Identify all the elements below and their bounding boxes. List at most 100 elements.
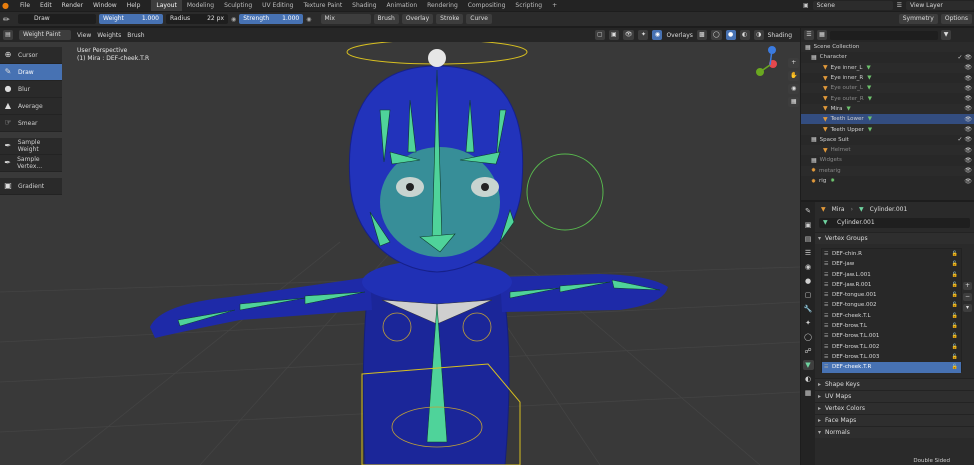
wireframe-shading-icon[interactable]: ◯ <box>710 30 722 40</box>
gizmo-icon[interactable]: ✦ <box>638 30 649 40</box>
tab-rendering[interactable]: Rendering <box>422 0 463 11</box>
vertex-group-row[interactable]: DEF-chin.R 🔓 <box>822 249 961 260</box>
radius-field[interactable]: Radius 22 px <box>166 14 228 24</box>
outliner-row-teeth-lower[interactable]: ▼ Teeth Lower ▼ 👁 <box>801 114 974 125</box>
visibility-icons[interactable]: 👁 <box>964 178 972 185</box>
stroke-dropdown[interactable]: Stroke <box>436 14 464 24</box>
lock-icon[interactable]: 🔓 <box>952 352 958 362</box>
constraints-tab-icon[interactable]: ☍ <box>803 346 814 356</box>
outliner-row-eye-outer-r[interactable]: ▼ Eye outer_R ▼ 👁 <box>801 93 974 103</box>
tab-uv-editing[interactable]: UV Editing <box>257 0 298 11</box>
visibility-icons[interactable]: 👁 <box>964 64 972 71</box>
menu-window[interactable]: Window <box>88 2 122 9</box>
outliner-row-space-suit[interactable]: ▦ Space Suit ✓ 👁 <box>801 135 974 145</box>
outliner-row-eye-outer-l[interactable]: ▼ Eye outer_L ▼ 👁 <box>801 83 974 94</box>
particles-tab-icon[interactable]: ✦ <box>803 318 814 328</box>
mode-dropdown[interactable]: Weight Paint <box>19 30 71 40</box>
lock-icon[interactable]: 🔓 <box>952 280 958 290</box>
shading-label[interactable]: Shading <box>768 32 792 39</box>
tab-layout[interactable]: Layout <box>151 0 182 11</box>
menu-help[interactable]: Help <box>122 2 146 9</box>
tool-blur[interactable]: ● Blur <box>0 81 62 98</box>
outliner-row-helmet[interactable]: ▼ Helmet 👁 <box>801 144 974 156</box>
visibility-icons[interactable]: 👁 <box>964 116 972 123</box>
outliner-search-input[interactable] <box>830 30 938 40</box>
mesh-data-tab-icon[interactable]: ▼ <box>802 360 814 370</box>
render-tab-icon[interactable]: ▣ <box>803 220 814 230</box>
tab-shading[interactable]: Shading <box>347 0 381 11</box>
lock-icon[interactable]: 🔓 <box>952 311 958 321</box>
menu-edit[interactable]: Edit <box>35 2 57 9</box>
tab-sculpting[interactable]: Sculpting <box>219 0 257 11</box>
outliner-row-mira[interactable]: ▼ Mira ▼ 👁 <box>801 103 974 115</box>
visibility-icons[interactable]: ✓ 👁 <box>957 54 972 61</box>
solid-shading-icon[interactable]: ● <box>725 30 736 40</box>
xray-icon[interactable]: ▩ <box>696 30 707 40</box>
strength-slider[interactable]: Strength 1.000 <box>239 14 304 24</box>
tab-modeling[interactable]: Modeling <box>182 0 219 11</box>
outliner-row-rig[interactable]: ✸ rig ✸ 👁 <box>801 176 974 186</box>
visibility-icons[interactable]: 👁 <box>964 75 972 82</box>
outliner-row-eye-inner-r[interactable]: ▼ Eye inner_R ▼ 👁 <box>801 73 974 83</box>
vertex-group-row[interactable]: DEF-cheek.T.L 🔓 <box>822 311 961 322</box>
visibility-icons[interactable]: 👁 <box>964 85 972 92</box>
visibility-icons[interactable]: 👁 <box>964 95 972 102</box>
vertex-group-row[interactable]: DEF-jaw 🔓 <box>822 259 961 270</box>
curve-dropdown[interactable]: Curve <box>466 14 492 24</box>
menu-brush[interactable]: Brush <box>127 32 144 39</box>
blend-mode-dropdown[interactable]: Mix <box>320 14 371 24</box>
scene-field[interactable]: Scene <box>812 1 893 10</box>
overlays-label[interactable]: Overlays <box>666 32 692 39</box>
tab-animation[interactable]: Animation <box>382 0 423 11</box>
lock-icon[interactable]: 🔓 <box>952 259 958 269</box>
visibility-icons[interactable]: 👁 <box>964 167 972 174</box>
remove-vertex-group-icon[interactable]: − <box>962 293 972 301</box>
visibility-icons[interactable]: ✓ 👁 <box>957 136 972 143</box>
material-tab-icon[interactable]: ◐ <box>803 374 814 384</box>
vertex-group-row[interactable]: DEF-jaw.L.001 🔓 <box>822 270 961 281</box>
pan-hand-icon[interactable]: ✋ <box>788 71 800 81</box>
outliner-row-eye-inner-l[interactable]: ▼ Eye inner_L ▼ 👁 <box>801 62 974 73</box>
menu-render[interactable]: Render <box>57 2 88 9</box>
tool-sample-vertex[interactable]: ✒ Sample Vertex... <box>0 155 62 172</box>
view-object-types-icon[interactable]: 👁 <box>622 30 635 40</box>
vertex-group-row-selected[interactable]: DEF-cheek.T.R 🔓 <box>822 362 961 373</box>
display-mode-icon[interactable]: ▦ <box>817 30 827 40</box>
material-shading-icon[interactable]: ◐ <box>739 30 750 40</box>
double-sided-label[interactable]: Double Sided <box>913 458 950 464</box>
menu-file[interactable]: File <box>15 2 35 9</box>
lock-icon[interactable]: 🔓 <box>952 342 958 352</box>
mesh-datablock-field[interactable]: ▼ Cylinder.001 <box>819 218 970 228</box>
vertex-group-row[interactable]: DEF-jaw.R.001 🔓 <box>822 280 961 291</box>
lock-icon[interactable]: 🔓 <box>952 321 958 331</box>
outliner-row-character[interactable]: ▦ Character ✓ 👁 <box>801 52 974 62</box>
camera-view-icon[interactable]: ◉ <box>788 84 800 94</box>
add-vertex-group-icon[interactable]: + <box>962 282 972 290</box>
lock-icon[interactable]: 🔓 <box>952 290 958 300</box>
options-dropdown[interactable]: Options <box>940 14 972 24</box>
view-layer-tab-icon[interactable]: ☰ <box>803 248 814 258</box>
tab-texture-paint[interactable]: Texture Paint <box>298 0 347 11</box>
texture-tab-icon[interactable]: ▦ <box>803 388 814 398</box>
vertex-group-row[interactable]: DEF-brow.T.L 🔓 <box>822 321 961 332</box>
editor-type-icon[interactable]: ▤ <box>3 30 13 40</box>
outliner-row-scene-collection[interactable]: ▦ Scene Collection <box>801 42 974 53</box>
overlays-toggle-icon[interactable]: ◉ <box>652 30 663 40</box>
brush-dropdown[interactable]: Brush <box>373 14 399 24</box>
visibility-icons[interactable]: 👁 <box>964 105 972 112</box>
vertex-group-row[interactable]: DEF-tongue.002 🔓 <box>822 300 961 311</box>
outliner-row-metarig[interactable]: ✸ metarig 👁 <box>801 165 974 176</box>
blender-logo-icon[interactable]: ● <box>2 1 12 10</box>
3d-viewport[interactable]: User Perspective (1) Mira : DEF-cheek.T.… <box>0 42 800 465</box>
lock-icon[interactable]: 🔓 <box>952 362 958 372</box>
outliner-row-widgets[interactable]: ▦ Widgets 👁 <box>801 155 974 165</box>
weight-slider[interactable]: Weight 1.000 <box>99 14 163 24</box>
shape-keys-panel-header[interactable]: Shape Keys <box>815 378 974 391</box>
tool-average[interactable]: ▲ Average <box>0 98 62 115</box>
normals-panel-header[interactable]: Normals <box>815 426 974 439</box>
vertex-group-row[interactable]: DEF-brow.T.L.003 🔓 <box>822 352 961 363</box>
vertex-groups-panel-header[interactable]: Vertex Groups <box>815 232 974 245</box>
rendered-shading-icon[interactable]: ◑ <box>753 30 764 40</box>
tab-scripting[interactable]: Scripting <box>510 0 547 11</box>
visibility-icons[interactable]: 👁 <box>964 157 972 164</box>
